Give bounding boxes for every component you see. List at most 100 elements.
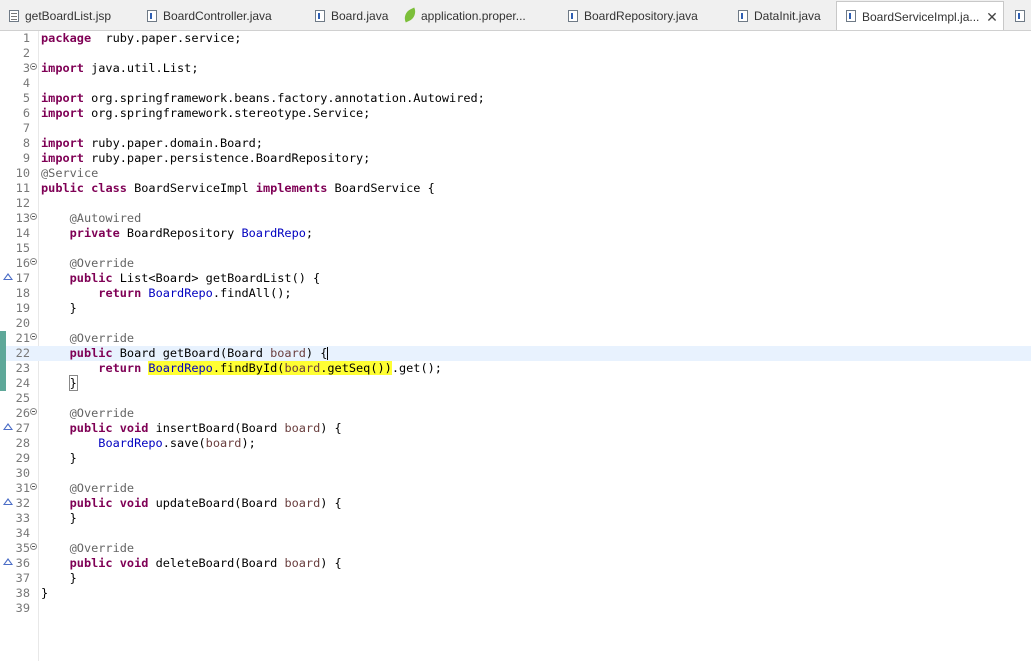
code-token: ); — [241, 436, 256, 450]
code-line[interactable]: 29 } — [0, 451, 1031, 466]
code-line[interactable]: 34 — [0, 526, 1031, 541]
code-text: import org.springframework.stereotype.Se… — [41, 106, 370, 121]
line-number: 38 — [15, 586, 30, 600]
code-line[interactable]: 27 public void insertBoard(Board board) … — [0, 421, 1031, 436]
code-token: public — [69, 556, 113, 570]
code-line[interactable]: 3 import java.util.List; — [0, 61, 1031, 76]
code-line[interactable]: 19 } — [0, 301, 1031, 316]
code-token: ) { — [320, 496, 342, 510]
code-line[interactable]: 1 package ruby.paper.service; — [0, 31, 1031, 46]
code-line[interactable]: 9 import ruby.paper.persistence.BoardRepo… — [0, 151, 1031, 166]
code-line[interactable]: 6 import org.springframework.stereotype.S… — [0, 106, 1031, 121]
code-token: public — [69, 496, 113, 510]
code-line[interactable]: 13 @Autowired — [0, 211, 1031, 226]
code-line[interactable]: 25 — [0, 391, 1031, 406]
fold-toggle-icon[interactable] — [30, 258, 37, 265]
code-token: implements — [255, 181, 328, 195]
line-number: 8 — [22, 136, 30, 150]
java-file-icon — [147, 10, 157, 22]
code-line[interactable]: 21 @Override — [0, 331, 1031, 346]
text-cursor — [327, 347, 329, 360]
code-line[interactable]: 14 private BoardRepository BoardRepo; — [0, 226, 1031, 241]
code-line[interactable]: 11 public class BoardServiceImpl implemen… — [0, 181, 1031, 196]
code-line[interactable]: 32 public void updateBoard(Board board) … — [0, 496, 1031, 511]
code-line[interactable]: 38} — [0, 586, 1031, 601]
code-text: @Override — [41, 256, 134, 271]
code-line[interactable]: 22 public Board getBoard(Board board) { — [0, 346, 1031, 361]
line-number: 34 — [15, 526, 30, 540]
tab-board-java[interactable]: Board.java — [306, 2, 396, 30]
code-token: import — [41, 61, 84, 75]
java-file-icon — [568, 10, 578, 22]
code-token: class — [91, 181, 127, 195]
code-token: void — [119, 421, 149, 435]
fold-toggle-icon[interactable] — [30, 543, 37, 550]
tab-application-proper[interactable]: application.proper... — [396, 2, 559, 30]
code-line[interactable]: 23 return BoardRepo.findById(board.getSe… — [0, 361, 1031, 376]
tab-g[interactable]: g — [1006, 2, 1031, 30]
code-line[interactable]: 10 @Service — [0, 166, 1031, 181]
java-file-icon — [1015, 10, 1025, 22]
code-text: return BoardRepo.findById(board.getSeq()… — [41, 361, 442, 376]
code-token: import — [41, 136, 84, 150]
close-tab-icon[interactable]: ✕ — [985, 2, 999, 30]
tab-boardserviceimpl-ja[interactable]: BoardServiceImpl.ja... ✕ — [836, 1, 1004, 30]
line-number: 9 — [22, 151, 30, 165]
tab-label: BoardRepository.java — [584, 9, 698, 23]
code-line[interactable]: 28 BoardRepo.save(board); — [0, 436, 1031, 451]
tab-boardcontroller-java[interactable]: BoardController.java — [138, 2, 306, 30]
code-line[interactable]: 4 — [0, 76, 1031, 91]
code-line[interactable]: 20 — [0, 316, 1031, 331]
fold-toggle-icon[interactable] — [30, 213, 37, 220]
code-editor[interactable]: 1 package ruby.paper.service; 2 3 import jav… — [0, 31, 1031, 661]
code-text: @Override — [41, 331, 134, 346]
code-line[interactable]: 16 @Override — [0, 256, 1031, 271]
code-line[interactable]: 24 } — [0, 375, 1031, 391]
code-line[interactable]: 8 import ruby.paper.domain.Board; — [0, 136, 1031, 151]
code-line[interactable]: 35 @Override — [0, 541, 1031, 556]
code-text: public List<Board> getBoardList() { — [41, 271, 321, 286]
fold-toggle-icon[interactable] — [30, 63, 37, 70]
code-line[interactable]: 2 — [0, 46, 1031, 61]
line-number: 18 — [15, 286, 30, 300]
code-token: private — [69, 226, 120, 240]
java-file-icon — [315, 10, 325, 22]
code-token: BoardRepo — [241, 226, 306, 240]
code-line[interactable]: 15 — [0, 241, 1031, 256]
code-line[interactable]: 36 public void deleteBoard(Board board) … — [0, 556, 1031, 571]
code-token: board — [284, 496, 321, 510]
code-text: @Override — [41, 481, 134, 496]
line-number: 35 — [15, 541, 30, 555]
tab-label: DataInit.java — [754, 9, 821, 23]
code-line[interactable]: 39 — [0, 601, 1031, 616]
tab-boardrepository-java[interactable]: BoardRepository.java — [559, 2, 729, 30]
fold-toggle-icon[interactable] — [30, 483, 37, 490]
code-line[interactable]: 31 @Override — [0, 481, 1031, 496]
code-token: ; — [305, 226, 314, 240]
code-line[interactable]: 33 } — [0, 511, 1031, 526]
tab-datainit-java[interactable]: DataInit.java — [729, 2, 836, 30]
code-token: public — [69, 346, 113, 360]
line-number: 23 — [15, 361, 30, 375]
code-line[interactable]: 12 — [0, 196, 1031, 211]
tab-getboardlist-jsp[interactable]: getBoardList.jsp — [0, 2, 138, 30]
code-line[interactable]: 17 public List<Board> getBoardList() { — [0, 271, 1031, 286]
code-line[interactable]: 5 import org.springframework.beans.factor… — [0, 91, 1031, 106]
code-token: .get(); — [391, 361, 442, 375]
code-text: public void insertBoard(Board board) { — [41, 421, 342, 436]
code-line[interactable]: 7 — [0, 121, 1031, 136]
code-line[interactable]: 18 return BoardRepo.findAll(); — [0, 286, 1031, 301]
code-token: @Autowired — [69, 211, 142, 225]
code-token: BoardRepo — [148, 286, 213, 300]
code-token: java.util.List; — [83, 61, 199, 75]
code-text: package ruby.paper.service; — [41, 31, 241, 46]
fold-toggle-icon[interactable] — [30, 408, 37, 415]
code-line[interactable]: 30 — [0, 466, 1031, 481]
fold-toggle-icon[interactable] — [30, 333, 37, 340]
code-line[interactable]: 37 } — [0, 571, 1031, 586]
tab-label: BoardServiceImpl.ja... — [862, 10, 980, 24]
code-line[interactable]: 26 @Override — [0, 406, 1031, 421]
